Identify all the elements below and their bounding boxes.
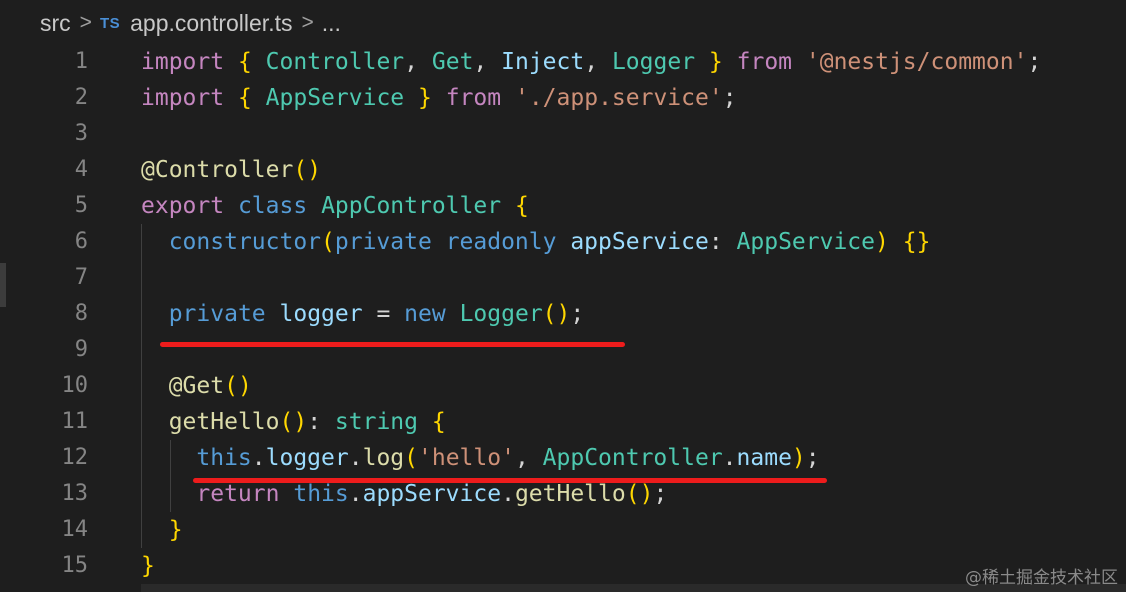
code-text[interactable]: this.logger.log('hello', AppController.n…	[141, 440, 819, 476]
code-line[interactable]: 15}	[0, 548, 1126, 584]
line-number: 3	[74, 121, 88, 146]
breadcrumb-item-file[interactable]: app.controller.ts	[130, 10, 292, 37]
line-number: 15	[61, 553, 89, 578]
code-text[interactable]: @Controller()	[141, 152, 321, 188]
annotation-underline-line-8	[160, 342, 625, 347]
code-text[interactable]: constructor(private readonly appService:…	[141, 224, 931, 260]
code-editor[interactable]: src > TS app.controller.ts > ... 1 import…	[0, 0, 1126, 592]
chevron-right-icon: >	[79, 11, 92, 34]
code-text[interactable]: import { AppService } from './app.servic…	[141, 80, 737, 116]
line-number: 6	[74, 229, 88, 254]
chevron-right-icon: >	[301, 11, 314, 34]
line-number: 2	[74, 85, 88, 110]
code-line[interactable]: 1 import { Controller, Get, Inject, Logge…	[0, 44, 1126, 80]
code-text[interactable]: export class AppController {	[141, 188, 529, 224]
breadcrumb: src > TS app.controller.ts > ...	[40, 8, 341, 38]
code-text[interactable]: @Get()	[141, 368, 252, 404]
code-line[interactable]: 9	[0, 332, 1126, 368]
code-text[interactable]: }	[141, 512, 183, 548]
line-number: 11	[61, 409, 89, 434]
code-line[interactable]: 10 @Get()	[0, 368, 1126, 404]
watermark: @稀土掘金技术社区	[965, 568, 1118, 588]
code-text[interactable]: getHello(): string {	[141, 404, 446, 440]
breadcrumb-item-symbols[interactable]: ...	[322, 10, 341, 37]
line-number: 13	[61, 481, 89, 506]
line-number: 12	[61, 445, 89, 470]
code-line[interactable]: 7	[0, 260, 1126, 296]
typescript-file-icon: TS	[99, 14, 121, 32]
code-line[interactable]: 5 export class AppController {	[0, 188, 1126, 224]
code-line[interactable]: 12 this.logger.log('hello', AppControlle…	[0, 440, 1126, 476]
code-text[interactable]: }	[141, 548, 155, 584]
code-line[interactable]: 2 import { AppService } from './app.servi…	[0, 80, 1126, 116]
code-line[interactable]: 14 }	[0, 512, 1126, 548]
annotation-underline-line-12	[193, 478, 827, 483]
line-number: 4	[74, 157, 88, 182]
code-line[interactable]: 8 private logger = new Logger();	[0, 296, 1126, 332]
line-number: 5	[74, 193, 88, 218]
line-number: 10	[61, 373, 89, 398]
line-number: 1	[74, 49, 88, 74]
code-text[interactable]: private logger = new Logger();	[141, 296, 585, 332]
code-text[interactable]: import { Controller, Get, Inject, Logger…	[141, 44, 1041, 80]
code-line[interactable]: 11 getHello(): string {	[0, 404, 1126, 440]
line-number: 9	[74, 337, 88, 362]
line-number: 14	[61, 517, 89, 542]
code-area[interactable]: 1 import { Controller, Get, Inject, Logge…	[0, 44, 1126, 584]
code-line[interactable]: 3	[0, 116, 1126, 152]
breadcrumb-item-src[interactable]: src	[40, 10, 71, 37]
code-line[interactable]: 4 @Controller()	[0, 152, 1126, 188]
line-number: 8	[74, 301, 88, 326]
code-line[interactable]: 6 constructor(private readonly appServic…	[0, 224, 1126, 260]
line-number: 7	[74, 265, 88, 290]
